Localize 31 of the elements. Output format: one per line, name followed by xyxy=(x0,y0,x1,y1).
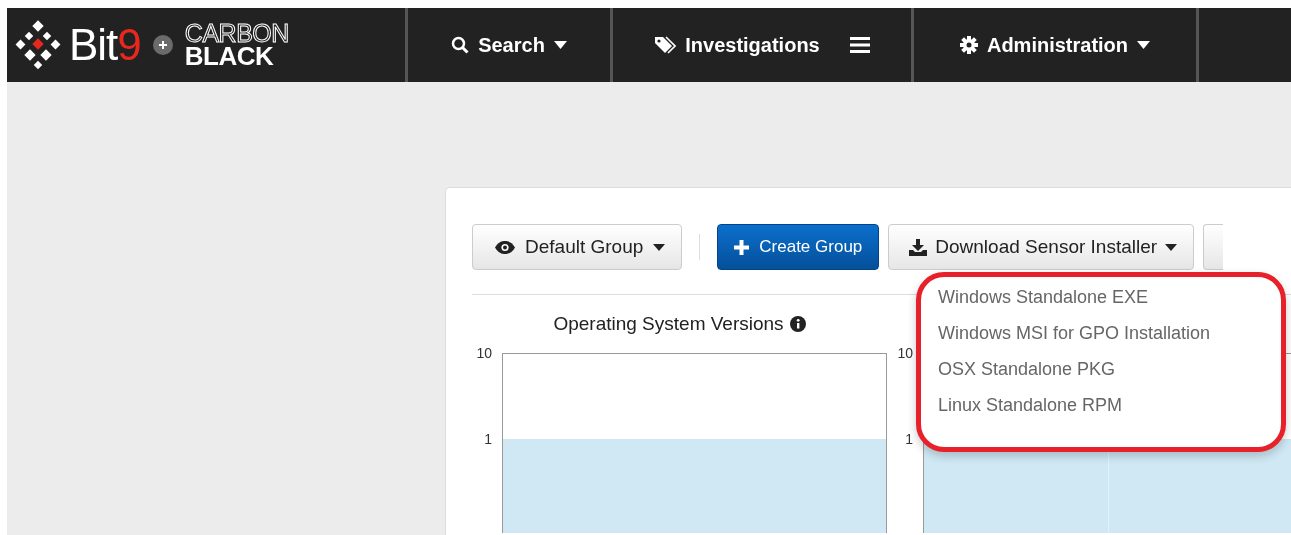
logo-icon xyxy=(15,20,63,70)
partner-logo-text: BLACK xyxy=(184,44,274,68)
tags-icon xyxy=(654,36,677,54)
nav-menu-item[interactable]: Administration xyxy=(959,33,1151,57)
logo-text: Bit9 xyxy=(69,23,141,67)
eye-icon xyxy=(495,240,515,254)
caret-icon xyxy=(1137,41,1151,49)
axis-tick-label: 10 xyxy=(897,345,913,361)
chart-title: Operating System Versions xyxy=(553,313,784,335)
plus-icon xyxy=(734,239,750,255)
menu-item[interactable]: Linux Standalone RPM xyxy=(938,395,1281,416)
search-icon xyxy=(451,36,470,54)
plus-icon xyxy=(152,35,173,55)
axis-tick-label: 10 xyxy=(476,345,492,361)
nav-menu-item[interactable]: Search xyxy=(451,33,567,57)
menu-item[interactable]: OSX Standalone PKG xyxy=(938,359,1281,380)
download-icon xyxy=(909,238,928,256)
caret-icon xyxy=(1165,243,1178,251)
axis-tick-label: 1 xyxy=(484,431,492,447)
menu-item[interactable]: Windows Standalone EXE xyxy=(938,287,1281,308)
caret-icon xyxy=(553,41,567,49)
info-icon[interactable] xyxy=(789,316,806,332)
download-dropdown[interactable]: Download Sensor Installer xyxy=(888,224,1195,270)
group-dropdown[interactable]: Default Group xyxy=(472,224,683,270)
axis-tick-label: 1 xyxy=(905,431,913,447)
menu-item[interactable]: Windows MSI for GPO Installation xyxy=(938,323,1281,344)
settings-icon xyxy=(959,36,978,54)
nav-menu-item[interactable]: Investigations xyxy=(654,33,820,57)
caret-icon xyxy=(653,243,666,251)
menu-icon[interactable] xyxy=(849,37,870,53)
create-group-button[interactable]: Create Group xyxy=(717,224,880,270)
